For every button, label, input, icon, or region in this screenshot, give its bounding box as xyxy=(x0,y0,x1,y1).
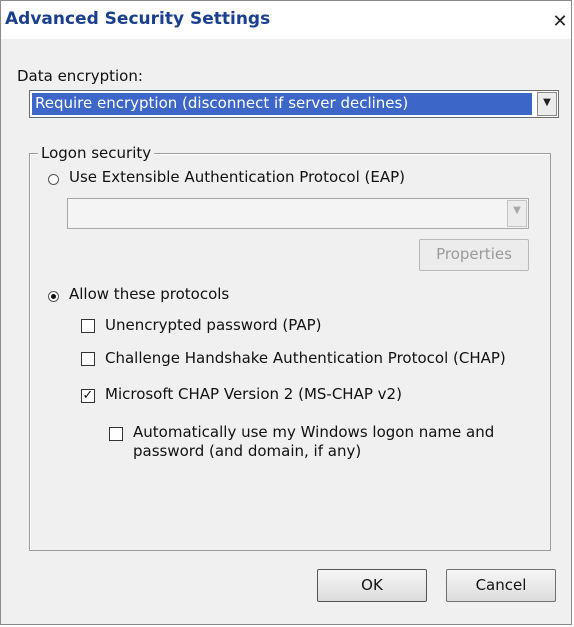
eap-radio[interactable] xyxy=(48,174,59,185)
data-encryption-label: Data encryption: xyxy=(17,67,143,85)
eap-method-select[interactable]: ▼ xyxy=(67,198,529,229)
ms-chap-v2-checkbox[interactable]: ✓ xyxy=(81,389,95,403)
dialog-title: Advanced Security Settings xyxy=(5,9,271,29)
allow-protocols-radio[interactable] xyxy=(48,291,59,302)
title-bar: Advanced Security Settings ✕ xyxy=(1,1,571,39)
chap-checkbox[interactable] xyxy=(81,352,95,366)
chevron-down-icon[interactable]: ▼ xyxy=(507,200,527,227)
check-icon: ✓ xyxy=(82,388,94,403)
cancel-button[interactable]: Cancel xyxy=(446,569,556,602)
close-icon[interactable]: ✕ xyxy=(550,11,570,33)
ok-button[interactable]: OK xyxy=(317,569,427,602)
allow-protocols-radio-label[interactable]: Allow these protocols xyxy=(69,285,229,303)
data-encryption-select[interactable]: Require encryption (disconnect if server… xyxy=(29,90,559,118)
pap-checkbox[interactable] xyxy=(81,319,95,333)
auto-windows-logon-label-line2[interactable]: password (and domain, if any) xyxy=(133,442,361,460)
advanced-security-settings-dialog: Advanced Security Settings ✕ Data encryp… xyxy=(0,0,572,625)
chap-checkbox-label[interactable]: Challenge Handshake Authentication Proto… xyxy=(105,349,506,367)
chevron-down-icon[interactable]: ▼ xyxy=(537,92,557,116)
properties-button[interactable]: Properties xyxy=(419,239,529,271)
eap-radio-label[interactable]: Use Extensible Authentication Protocol (… xyxy=(69,168,405,186)
auto-windows-logon-label-line1[interactable]: Automatically use my Windows logon name … xyxy=(133,423,494,441)
ms-chap-v2-checkbox-label[interactable]: Microsoft CHAP Version 2 (MS-CHAP v2) xyxy=(105,385,402,403)
data-encryption-selected-value: Require encryption (disconnect if server… xyxy=(32,93,532,115)
auto-windows-logon-checkbox[interactable] xyxy=(109,427,123,441)
pap-checkbox-label[interactable]: Unencrypted password (PAP) xyxy=(105,316,322,334)
logon-security-legend: Logon security xyxy=(38,144,155,162)
